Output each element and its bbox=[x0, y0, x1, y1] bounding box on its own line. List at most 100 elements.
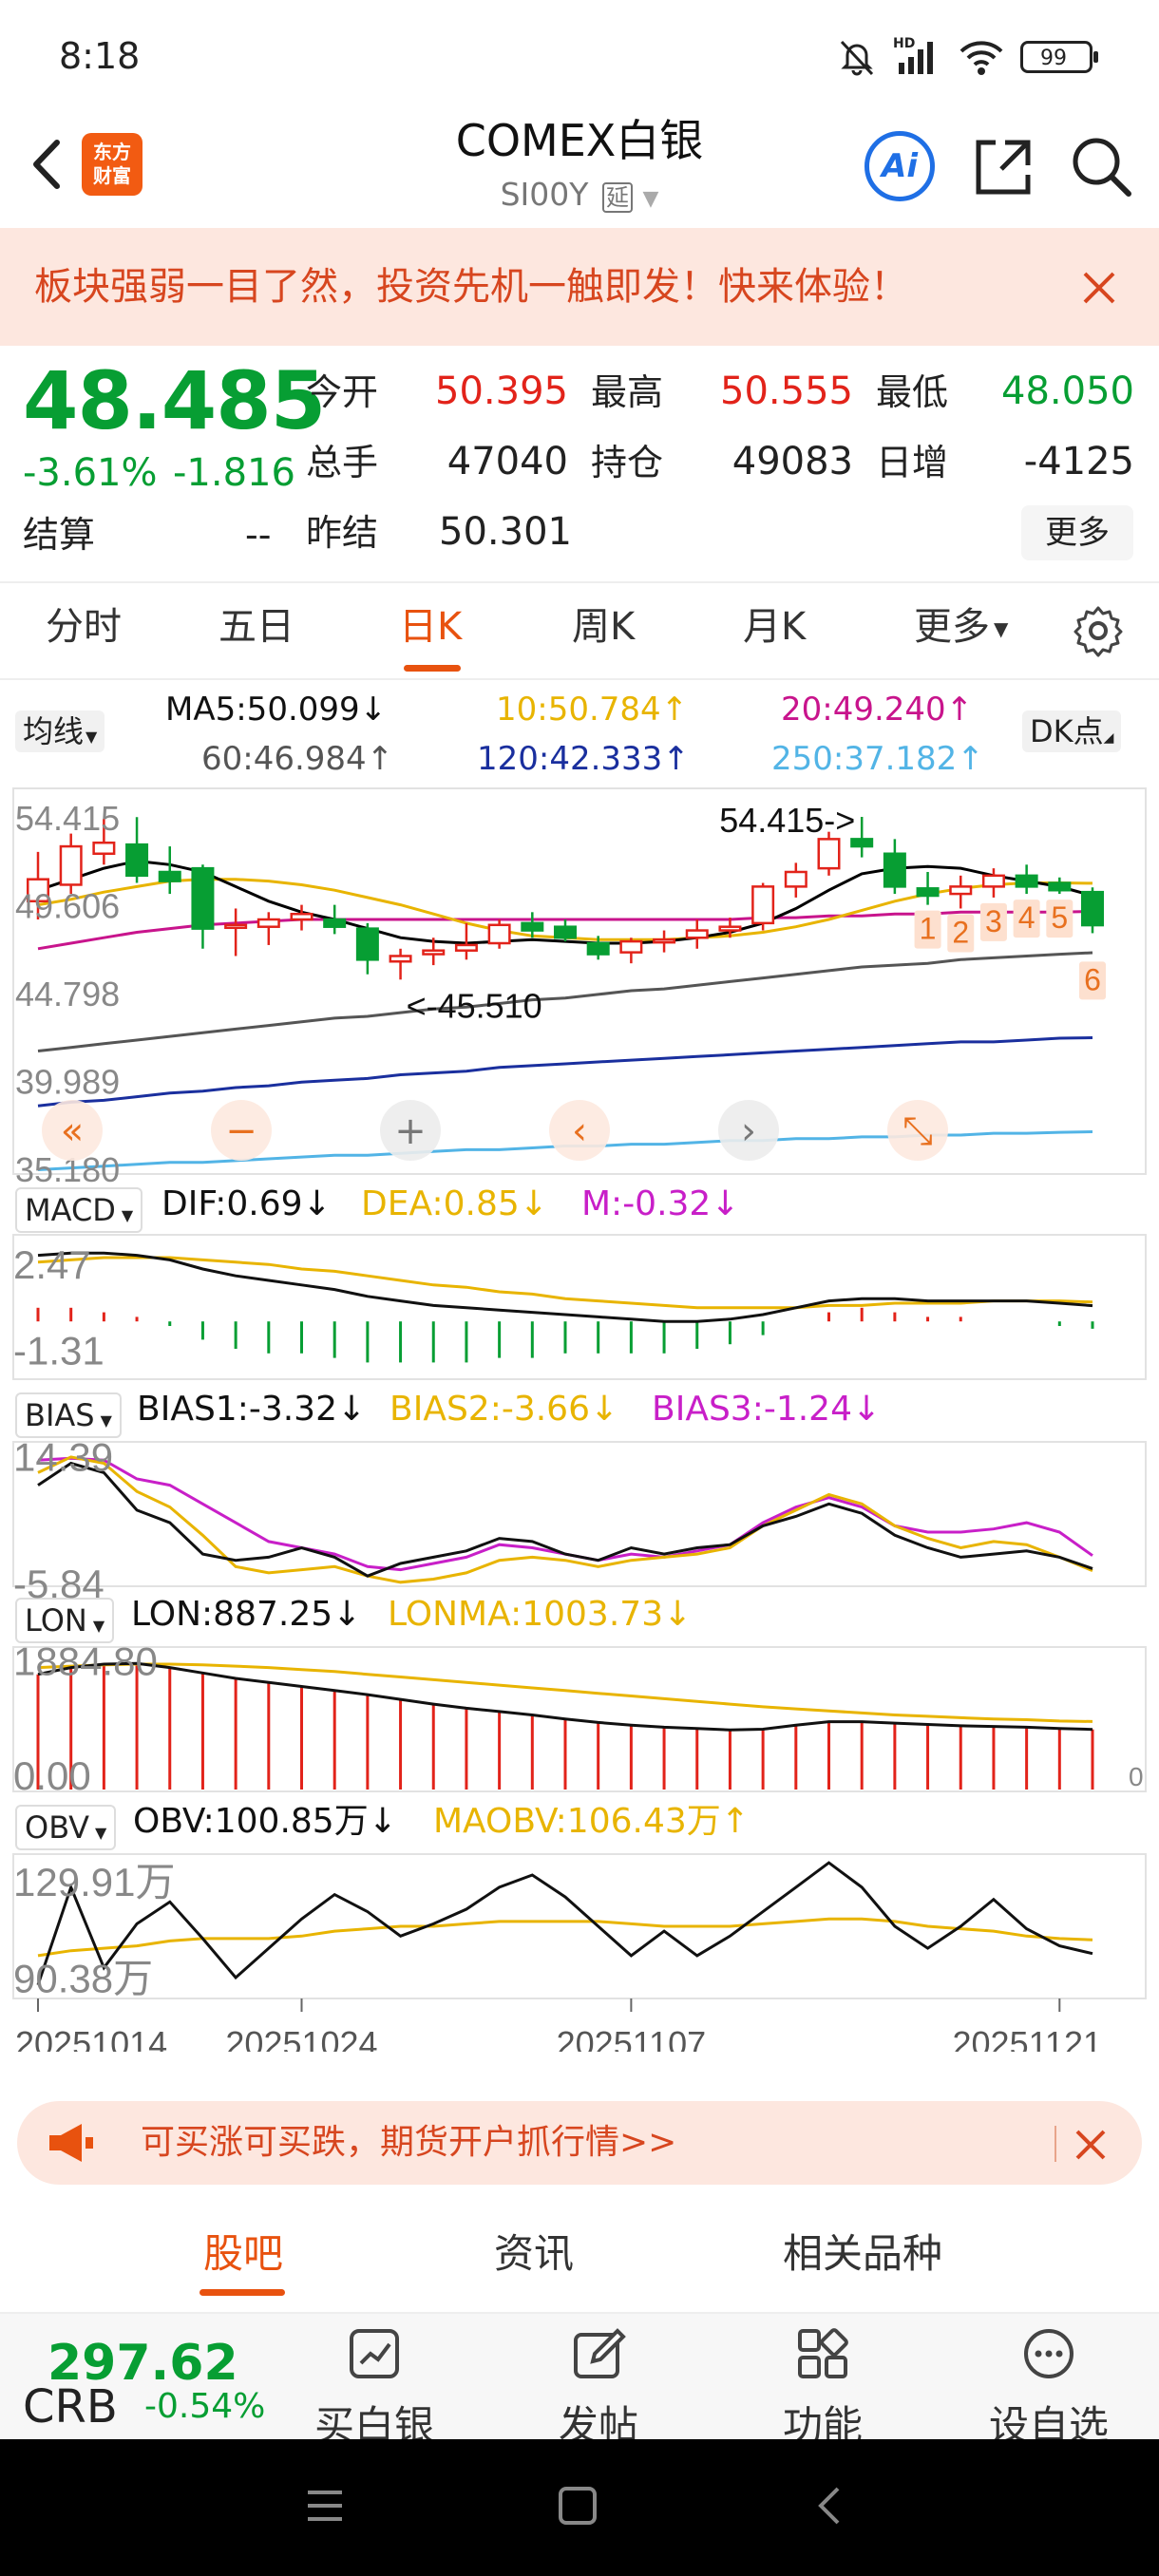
arrow-up-icon: ↑ bbox=[660, 691, 689, 729]
candle-body bbox=[256, 918, 280, 928]
search-icon[interactable] bbox=[1066, 131, 1134, 199]
kline-chart[interactable]: 54.41549.60644.79839.98935.18054.415-><-… bbox=[0, 779, 1159, 2052]
ma120-line bbox=[37, 1036, 1093, 1108]
open-value: 50.395 bbox=[435, 369, 568, 413]
high-annotation: 54.415-> bbox=[719, 801, 855, 840]
candle-body bbox=[290, 912, 314, 921]
kline-y-tick: 54.415 bbox=[15, 799, 120, 838]
close-icon[interactable] bbox=[1072, 2126, 1110, 2164]
tab-forum[interactable]: 股吧 bbox=[203, 2234, 283, 2274]
home-icon[interactable] bbox=[555, 2483, 600, 2529]
more-dots-icon[interactable] bbox=[1020, 2325, 1077, 2382]
ma20-value: 20:49.240 bbox=[781, 691, 946, 729]
tab-news[interactable]: 资讯 bbox=[494, 2234, 574, 2274]
zoom-in-control-icon[interactable]: + bbox=[394, 1109, 427, 1153]
close-icon[interactable] bbox=[1075, 264, 1123, 312]
candle-body bbox=[389, 955, 412, 963]
gear-icon[interactable] bbox=[1072, 604, 1125, 657]
mute-bell-icon bbox=[840, 40, 874, 76]
crb-index-change[interactable]: -0.54% bbox=[144, 2390, 265, 2424]
candle-body bbox=[751, 885, 775, 925]
candle-body bbox=[224, 923, 248, 930]
tab-related[interactable]: 相关品种 bbox=[783, 2234, 942, 2274]
status-time: 8:18 bbox=[59, 35, 141, 77]
account-promo-text[interactable]: 可买涨可买跌，期货开户抓行情>> bbox=[141, 2126, 676, 2160]
date-axis-label: 20251121 bbox=[953, 2024, 1103, 2052]
ai-assistant-button[interactable]: Ai bbox=[864, 131, 935, 201]
tab-more[interactable]: 更多 ▼ bbox=[914, 608, 1008, 646]
ma10-legend: 10:50.784↑ bbox=[496, 693, 688, 726]
edit-post-icon[interactable] bbox=[570, 2325, 627, 2382]
fast-back-control-icon[interactable]: « bbox=[61, 1109, 84, 1153]
zoom-out-control-icon[interactable]: − bbox=[225, 1109, 257, 1153]
date-axis-label: 20251014 bbox=[15, 2024, 167, 2052]
active-tab-indicator bbox=[404, 665, 461, 672]
candle-body bbox=[422, 949, 446, 956]
dk-marker: 2 bbox=[952, 915, 969, 949]
ma-select-label: 均线 bbox=[23, 713, 85, 749]
candle-body bbox=[817, 838, 841, 870]
more-quote-button[interactable]: 更多 bbox=[1021, 505, 1133, 560]
candle-body bbox=[916, 887, 940, 898]
battery-icon: 99 bbox=[1020, 41, 1098, 73]
lon-y-tick: 1884.80 bbox=[13, 1639, 158, 1684]
ma20-legend: 20:49.240↑ bbox=[781, 693, 973, 726]
next-control-icon[interactable]: › bbox=[741, 1109, 756, 1153]
indicator-select-ma[interactable]: 均线 ▼ bbox=[15, 710, 105, 752]
signal-icon: HD bbox=[893, 36, 942, 78]
candle-body bbox=[521, 921, 544, 932]
candle-body bbox=[1015, 874, 1038, 888]
chart-icon[interactable] bbox=[346, 2325, 403, 2382]
ma10-value: 10:50.784 bbox=[496, 691, 661, 729]
crb-index-name[interactable]: CRB bbox=[23, 2384, 118, 2430]
menu-icon[interactable] bbox=[302, 2483, 348, 2529]
candle-body bbox=[1048, 881, 1072, 892]
arrow-up-icon: ↑ bbox=[945, 691, 974, 729]
grid-apps-icon[interactable] bbox=[794, 2325, 851, 2382]
divider bbox=[0, 581, 1159, 583]
candle-body bbox=[158, 870, 181, 882]
obv-panel-frame bbox=[12, 1853, 1147, 1999]
obv-line bbox=[36, 1861, 1093, 1986]
tab-monthly-k[interactable]: 月K bbox=[743, 608, 806, 646]
tab-more-label: 更多 bbox=[914, 605, 990, 649]
tab-five-day[interactable]: 五日 bbox=[218, 608, 294, 646]
last-price: 48.485 bbox=[23, 354, 326, 447]
low-label: 最低 bbox=[876, 371, 949, 413]
back-icon[interactable] bbox=[808, 2483, 853, 2529]
ma5-value: MA5:50.099 bbox=[165, 691, 360, 729]
kline-y-tick: 44.798 bbox=[15, 975, 120, 1013]
high-label: 最高 bbox=[591, 371, 664, 413]
open-interest-label: 持仓 bbox=[591, 442, 664, 483]
candle-body bbox=[949, 885, 973, 896]
macd-panel-frame bbox=[12, 1234, 1147, 1380]
fullscreen-control-icon[interactable]: ⤡ bbox=[902, 1109, 933, 1153]
settle-label: 结算 bbox=[23, 514, 96, 556]
low-annotation: <-45.510 bbox=[407, 986, 542, 1025]
tab-weekly-k[interactable]: 周K bbox=[572, 608, 635, 646]
candle-body bbox=[981, 874, 1005, 888]
dk-marker: 5 bbox=[1051, 900, 1068, 935]
macd-y-tick: 2.47 bbox=[13, 1242, 91, 1287]
prev-control-icon[interactable]: ‹ bbox=[572, 1109, 587, 1153]
tab-daily-k[interactable]: 日K bbox=[399, 608, 462, 646]
dk-label: DK点 bbox=[1030, 713, 1104, 749]
tab-intraday[interactable]: 分时 bbox=[46, 608, 122, 646]
bias-y-tick: -5.84 bbox=[13, 1562, 104, 1606]
candle-body bbox=[191, 866, 215, 930]
change-percent: -3.61% bbox=[23, 451, 158, 495]
delay-tag: 延 bbox=[601, 182, 633, 213]
promo-text[interactable]: 板块强弱一目了然，投资先机一触即发！快来体验！ bbox=[34, 268, 908, 306]
date-axis-label: 20251024 bbox=[225, 2024, 377, 2052]
dk-marker: 3 bbox=[985, 904, 1002, 938]
ma250-legend: 250:37.182↑ bbox=[771, 743, 984, 775]
candle-body bbox=[92, 841, 116, 856]
active-tab-indicator bbox=[200, 2289, 285, 2296]
candle-body bbox=[59, 844, 83, 886]
settle-value: -- bbox=[245, 514, 272, 556]
share-icon[interactable] bbox=[969, 133, 1037, 201]
ma120-legend: 120:42.333↑ bbox=[477, 743, 690, 775]
dk-point-button[interactable]: DK点◢ bbox=[1022, 710, 1122, 752]
symbol-code: SI00Y bbox=[500, 176, 589, 213]
obv-y-tick: 129.91万 bbox=[13, 1860, 175, 1904]
